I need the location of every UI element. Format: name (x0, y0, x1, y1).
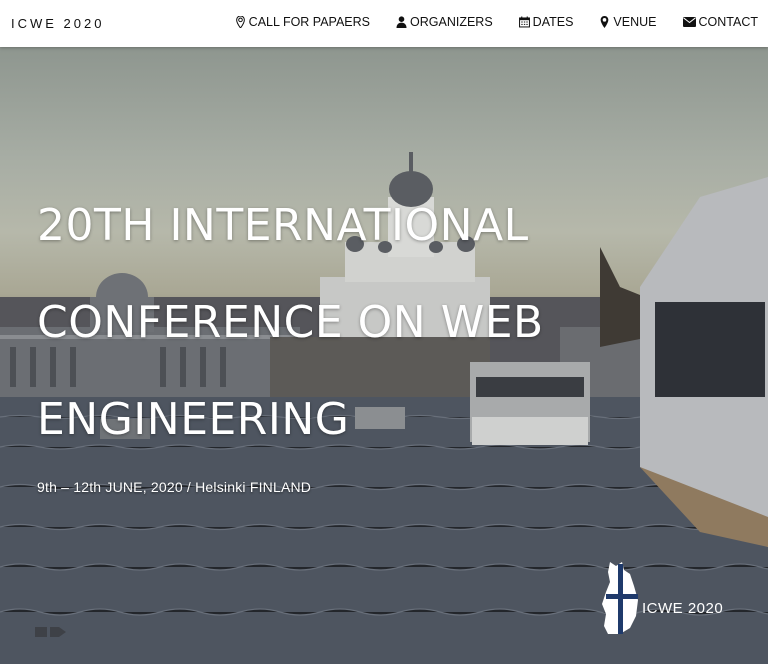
logo-text: ICWE 2020 (642, 600, 724, 617)
hero-title-line: CONFERENCE ON WEB (37, 297, 544, 348)
site-brand[interactable]: ICWE 2020 (11, 16, 104, 31)
hero-title-line: ENGINEERING (37, 394, 350, 445)
calendar-icon (518, 16, 530, 28)
nav-label: CALL FOR PAPAERS (248, 15, 371, 29)
nav-dates[interactable]: DATES (518, 15, 574, 29)
map-marker-icon (235, 16, 246, 28)
nav-organizers[interactable]: ORGANIZERS (396, 15, 493, 29)
nav-venue[interactable]: VENUE (599, 15, 657, 29)
watermark-icon (35, 627, 66, 637)
main-nav: CALL FOR PAPAERS ORGANIZERS DATES VENUE … (235, 15, 758, 29)
nav-contact[interactable]: CONTACT (682, 15, 759, 29)
nav-call-for-papers[interactable]: CALL FOR PAPAERS (235, 15, 370, 29)
finland-map-icon (602, 562, 638, 634)
nav-label: ORGANIZERS (410, 15, 493, 29)
nav-label: DATES (532, 15, 574, 29)
hero-title: 20TH INTERNATIONAL CONFERENCE ON WEB ENG… (37, 177, 657, 468)
nav-label: VENUE (613, 15, 657, 29)
nav-label: CONTACT (698, 15, 759, 29)
hero-banner: 20TH INTERNATIONAL CONFERENCE ON WEB ENG… (0, 47, 768, 664)
hero-title-line: 20TH INTERNATIONAL (37, 200, 529, 251)
envelope-icon (682, 16, 696, 28)
icwe-logo: ICWE 2020 (600, 560, 723, 636)
top-navbar: ICWE 2020 CALL FOR PAPAERS ORGANIZERS DA… (0, 0, 768, 47)
hero-dates: 9th – 12th JUNE, 2020 / Helsinki FINLAND (37, 479, 312, 495)
map-marker-icon (599, 16, 610, 28)
user-icon (396, 16, 407, 28)
